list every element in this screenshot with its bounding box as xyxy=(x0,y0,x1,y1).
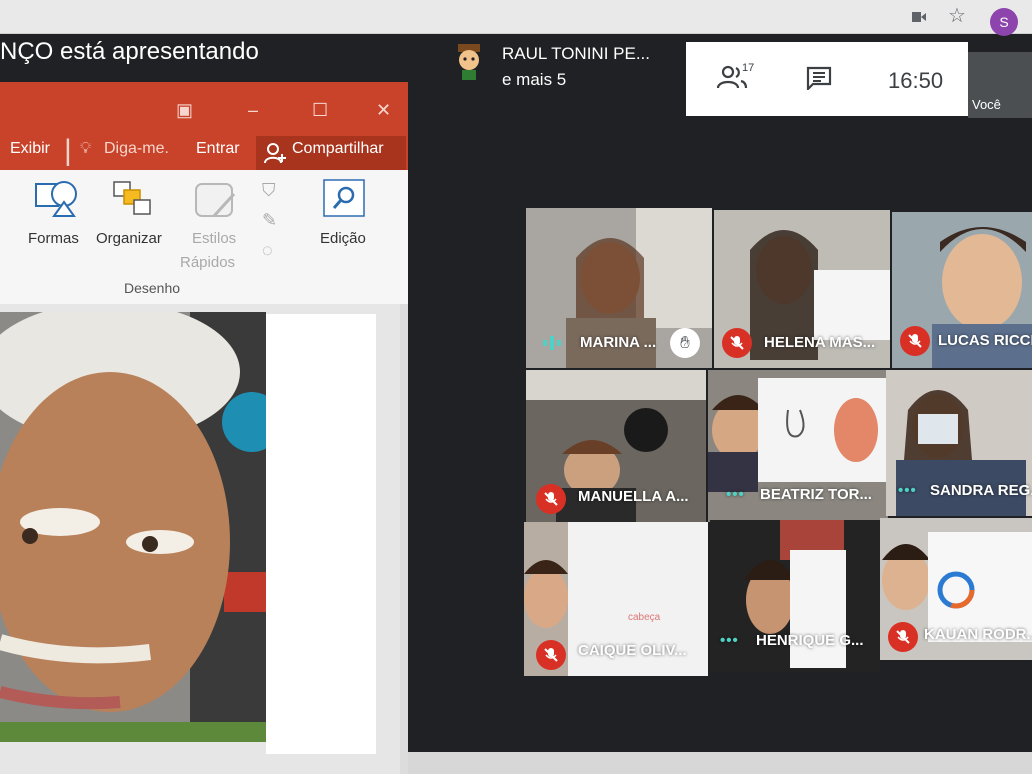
presenting-banner: NÇO está apresentando xyxy=(0,38,259,65)
bottom-bar xyxy=(408,752,1032,774)
participant-name: SANDRA REG... xyxy=(930,482,1032,499)
vertical-scrollbar[interactable] xyxy=(400,304,408,774)
bookmark-star-icon[interactable]: ☆ xyxy=(948,5,966,27)
chat-icon[interactable] xyxy=(806,66,832,90)
mic-off-icon xyxy=(536,484,566,514)
restore-icon[interactable]: ▣ xyxy=(176,100,193,121)
participant-name: KAUAN RODR... xyxy=(924,626,1032,643)
profile-avatar[interactable]: S xyxy=(990,8,1018,36)
close-icon[interactable]: ✕ xyxy=(376,100,391,121)
participant-tile[interactable]: ••• HENRIQUE G... xyxy=(710,520,880,672)
participant-tile[interactable]: HELENA MAS... xyxy=(714,210,890,368)
elder-portrait-image xyxy=(0,312,266,742)
ribbon-editing[interactable]: Edição xyxy=(320,230,366,247)
participant-name: HELENA MAS... xyxy=(764,334,876,351)
divider: | xyxy=(64,134,72,167)
menu-exibir[interactable]: Exibir xyxy=(10,140,50,158)
participant-name: LUCAS RICCI xyxy=(938,332,1032,349)
participant-name: MANUELLA A... xyxy=(578,488,689,505)
share-label[interactable]: Compartilhar xyxy=(292,140,384,158)
menu-tell-me[interactable]: Diga-me. xyxy=(104,140,169,158)
fill-icon[interactable]: ⛉ xyxy=(262,180,276,201)
participant-tile[interactable]: MARINA ... ✋︎ xyxy=(526,208,712,368)
presenter-avatar-icon xyxy=(458,44,480,80)
meeting-info-panel: 17 16:50 xyxy=(686,42,968,116)
mic-off-icon xyxy=(888,622,918,652)
participant-tile[interactable]: ••• SANDRA REG... xyxy=(886,370,1032,516)
self-view-tile[interactable]: Você xyxy=(968,52,1032,118)
quiet-indicator-icon: ••• xyxy=(720,632,739,649)
ribbon-quick-styles-1[interactable]: Estilos xyxy=(192,230,236,247)
quick-styles-icon[interactable] xyxy=(194,180,238,220)
presenter-name: RAUL TONINI PE... xyxy=(502,44,651,63)
participant-video xyxy=(710,520,880,672)
shapes-icon[interactable] xyxy=(34,178,80,218)
mic-off-icon xyxy=(722,328,752,358)
presenter-more: e mais 5 xyxy=(502,70,567,89)
quiet-indicator-icon: ••• xyxy=(726,486,745,503)
share-person-icon xyxy=(264,143,286,164)
slide-photo xyxy=(0,312,266,742)
participant-name: CAIQUE OLIV... xyxy=(578,642,687,659)
shared-powerpoint-window: ▣ – ☐ ✕ Exibir | 💡︎ Diga-me. Entrar Comp… xyxy=(0,82,408,774)
arrange-icon[interactable] xyxy=(112,180,154,218)
participant-tile[interactable]: KAUAN RODR... xyxy=(880,518,1032,660)
camera-icon[interactable] xyxy=(912,11,926,23)
participant-name: HENRIQUE G... xyxy=(756,632,864,649)
maximize-icon[interactable]: ☐ xyxy=(312,100,328,121)
find-icon[interactable] xyxy=(322,178,366,218)
mic-off-icon xyxy=(900,326,930,356)
lightbulb-icon: 💡︎ xyxy=(80,140,92,157)
participant-tile[interactable]: cabeça CAIQUE OLIV... xyxy=(524,522,708,676)
people-count: 17 xyxy=(742,62,755,74)
browser-toolbar: ☆ S xyxy=(0,0,1032,36)
quiet-indicator-icon: ••• xyxy=(898,482,917,499)
participant-name: MARINA ... xyxy=(580,334,657,351)
participant-tile[interactable]: ••• BEATRIZ TOR... xyxy=(708,370,888,522)
ribbon-group-drawing: Desenho xyxy=(124,280,181,296)
meeting-clock: 16:50 xyxy=(888,68,944,93)
ppt-titlebar xyxy=(0,82,408,130)
raised-hand-icon: ✋︎ xyxy=(670,328,700,358)
ribbon-shapes[interactable]: Formas xyxy=(28,230,79,247)
participant-tile[interactable]: LUCAS RICCI xyxy=(892,212,1032,368)
participant-name: BEATRIZ TOR... xyxy=(760,486,872,503)
outline-icon[interactable]: ✎ xyxy=(262,210,277,231)
self-label: Você xyxy=(972,97,1001,112)
ribbon-quick-styles-2[interactable]: Rápidos xyxy=(180,254,235,271)
ribbon-arrange[interactable]: Organizar xyxy=(96,230,162,247)
mic-off-icon xyxy=(536,640,566,670)
menu-sign-in[interactable]: Entrar xyxy=(196,140,240,158)
svg-text:cabeça: cabeça xyxy=(628,612,661,623)
speaking-icon xyxy=(543,336,561,350)
slide-blank-area xyxy=(266,314,376,754)
effects-icon[interactable]: ◌ xyxy=(262,240,273,261)
minimize-icon[interactable]: – xyxy=(248,100,258,121)
participant-tile[interactable]: MANUELLA A... xyxy=(526,370,706,522)
